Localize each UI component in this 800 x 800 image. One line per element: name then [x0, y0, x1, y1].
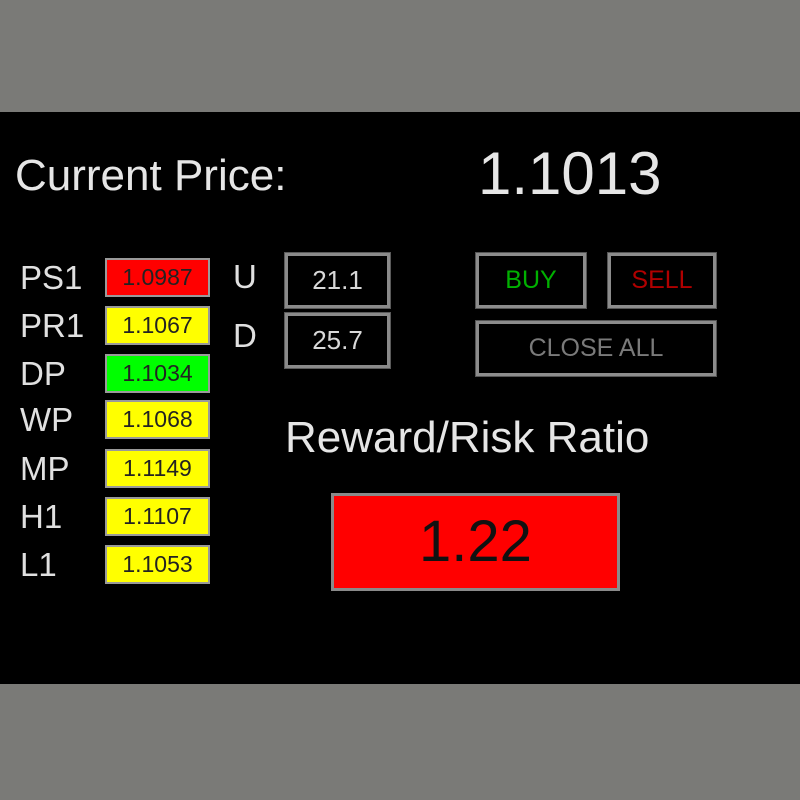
level-value-pr1: 1.1067: [105, 306, 210, 345]
level-label-ps1: PS1: [20, 259, 83, 296]
level-value-mp: 1.1149: [105, 449, 210, 488]
level-value-dp: 1.1034: [105, 354, 210, 393]
down-distance-value: 25.7: [284, 312, 391, 369]
current-price-label: Current Price:: [15, 151, 287, 200]
up-distance-label: U: [233, 258, 257, 295]
close-all-button[interactable]: CLOSE ALL: [475, 320, 717, 377]
buy-button[interactable]: BUY: [475, 252, 587, 309]
sell-button[interactable]: SELL: [607, 252, 717, 309]
level-value-wp: 1.1068: [105, 400, 210, 439]
up-distance-value: 21.1: [284, 252, 391, 309]
level-label-mp: MP: [20, 450, 70, 487]
level-value-ps1: 1.0987: [105, 258, 210, 297]
down-distance-label: D: [233, 317, 257, 354]
level-value-h1: 1.1107: [105, 497, 210, 536]
level-label-dp: DP: [20, 355, 66, 392]
level-label-l1: L1: [20, 546, 57, 583]
reward-risk-label: Reward/Risk Ratio: [285, 413, 650, 462]
level-label-pr1: PR1: [20, 307, 85, 344]
level-label-h1: H1: [20, 498, 63, 535]
reward-risk-value: 1.22: [331, 493, 620, 591]
level-value-l1: 1.1053: [105, 545, 210, 584]
current-price-value: 1.1013: [478, 140, 662, 207]
level-label-wp: WP: [20, 401, 74, 438]
